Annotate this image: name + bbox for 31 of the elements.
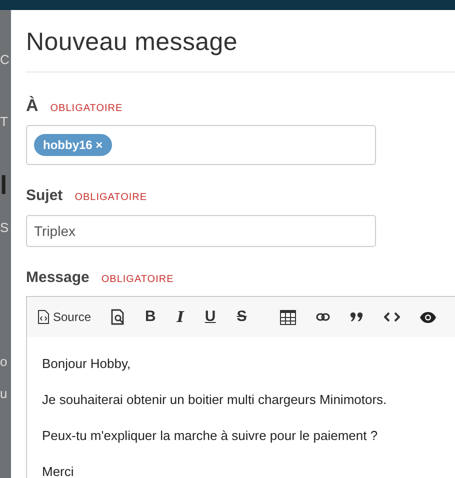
message-paragraph: Merci	[42, 463, 75, 478]
background-text: C	[0, 52, 10, 67]
field-label: Sujet	[26, 186, 63, 206]
required-note: OBLIGATOIRE	[74, 191, 148, 205]
source-button[interactable]: Source	[38, 308, 92, 326]
message-paragraph: Je souhaiterai obtenir un boitier multi chargeurs Minimotors.	[42, 391, 388, 409]
quote-icon[interactable]	[350, 312, 364, 322]
background-text: T	[0, 114, 8, 129]
code-icon[interactable]	[384, 312, 400, 322]
document-icon	[38, 310, 49, 324]
italic-button[interactable]: I	[176, 306, 184, 328]
required-note: OBLIGATOIRE	[50, 102, 123, 116]
subject-field[interactable]: Triplex	[26, 214, 376, 246]
message-paragraph: Peux-tu m'expliquer la marche à suivre pour le paiement ?	[42, 427, 379, 445]
table-icon[interactable]	[280, 310, 296, 324]
link-icon[interactable]	[316, 312, 330, 322]
background-text: S	[0, 220, 9, 235]
message-editor[interactable]: Source B I U S Bonjour Hobby, Je souhaiterai obtenir un boitier multi chargeurs Minimotors. Peux-tu m'expliquer la marche à suivre pour le paiement ? Merci	[26, 296, 455, 478]
required-note: OBLIGATOIRE	[101, 272, 174, 286]
field-label: Message	[26, 268, 90, 288]
field-label: À	[26, 94, 38, 116]
background-text: l	[0, 170, 8, 200]
background-text: u	[0, 386, 8, 401]
message-paragraph: Bonjour Hobby,	[42, 355, 132, 373]
bold-button[interactable]: B	[145, 306, 156, 328]
background-text: o	[0, 354, 8, 369]
dialog-title: Nouveau message	[26, 28, 238, 56]
preview-icon[interactable]	[111, 309, 126, 325]
eye-icon[interactable]	[420, 312, 436, 322]
strikethrough-button[interactable]: S	[236, 306, 247, 328]
underline-button[interactable]: U	[204, 306, 216, 328]
